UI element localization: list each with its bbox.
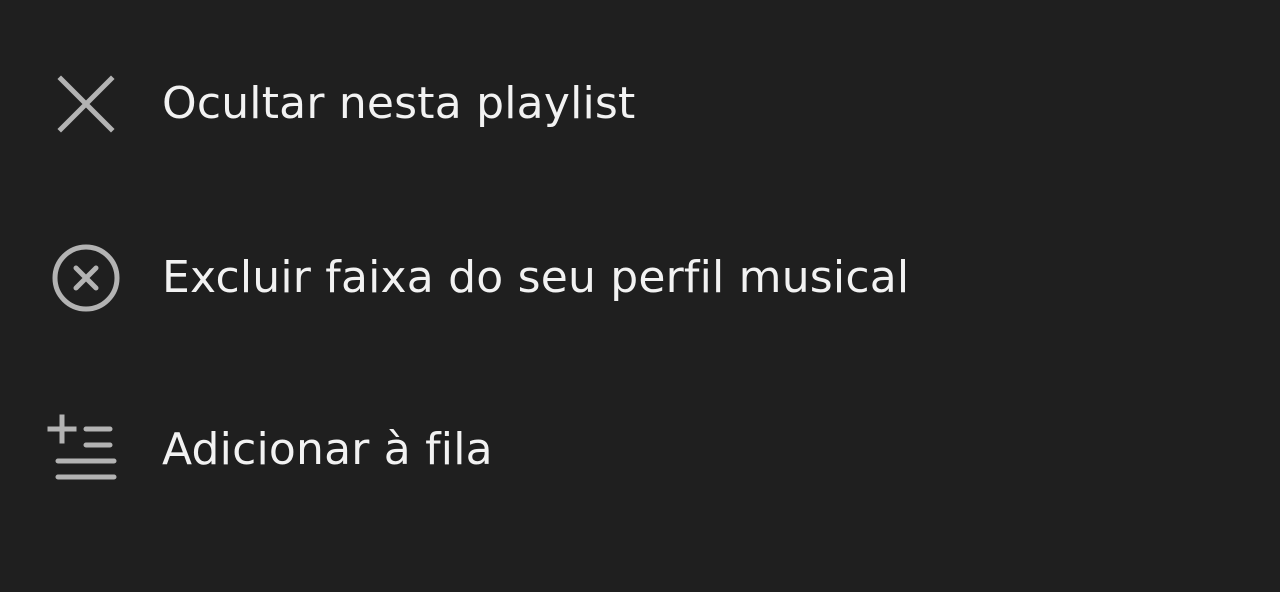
menu-item-label: Excluir faixa do seu perfil musical [162,252,910,303]
menu-item-hide-in-playlist[interactable]: Ocultar nesta playlist [0,44,1280,164]
close-icon [46,64,126,144]
menu-item-label: Adicionar à fila [162,424,493,475]
menu-item-exclude-from-taste-profile[interactable]: Excluir faixa do seu perfil musical [0,218,1280,338]
menu-item-label: Ocultar nesta playlist [162,78,636,129]
remove-circle-icon [46,238,126,318]
menu-item-add-to-queue[interactable]: Adicionar à fila [0,390,1280,510]
add-to-queue-icon [46,410,126,490]
context-menu: Ocultar nesta playlist Excluir faixa do … [0,0,1280,592]
